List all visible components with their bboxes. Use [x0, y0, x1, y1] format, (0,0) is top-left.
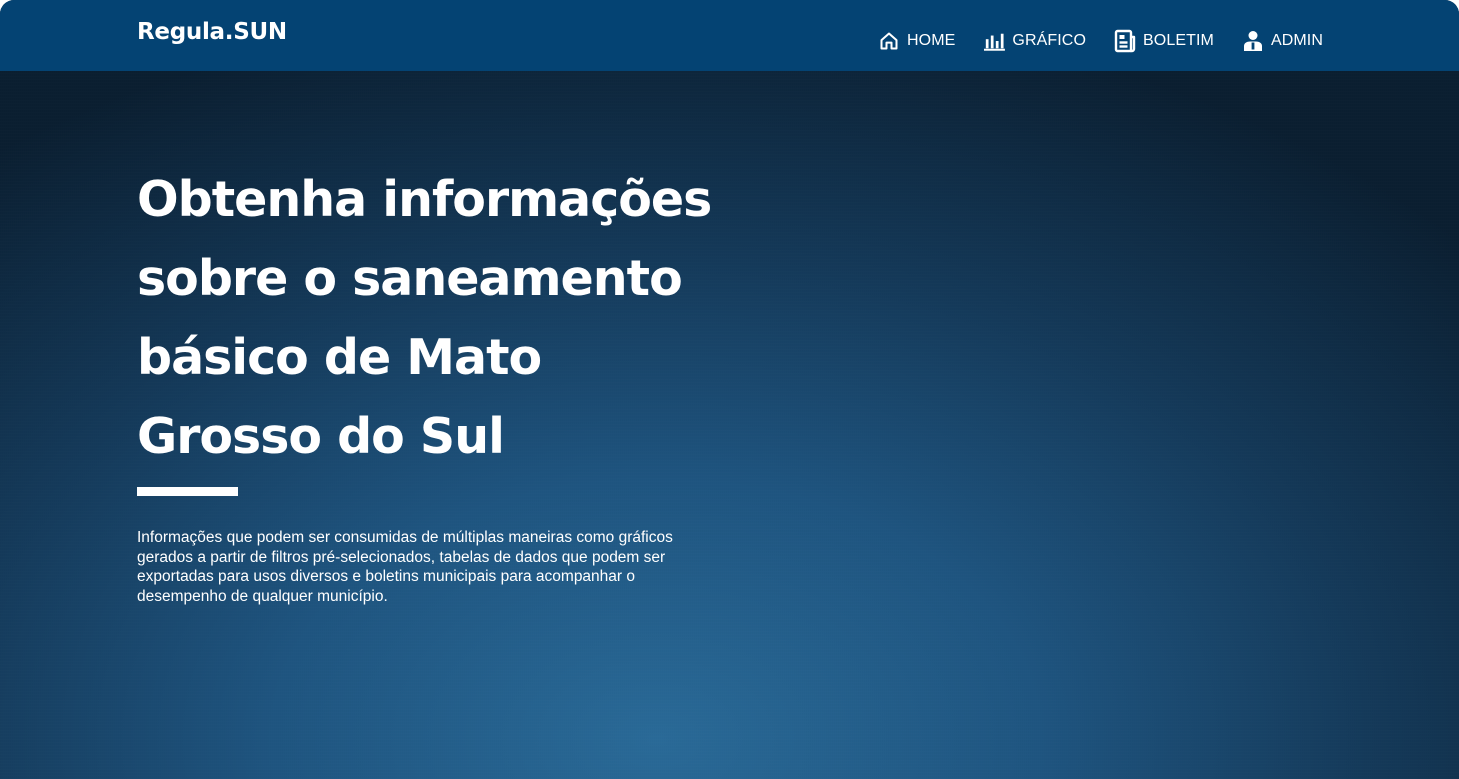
brand-logo[interactable]: Regula.SUN	[137, 19, 287, 45]
newspaper-icon	[1114, 29, 1136, 53]
hero-divider	[137, 487, 238, 496]
home-icon	[878, 30, 900, 52]
nav-item-boletim[interactable]: BOLETIM	[1114, 28, 1214, 54]
nav-item-grafico[interactable]: GRÁFICO	[983, 28, 1086, 54]
nav-label-admin: ADMIN	[1270, 32, 1323, 49]
nav-label-home: HOME	[907, 32, 956, 49]
admin-user-icon	[1242, 30, 1264, 52]
nav-item-admin[interactable]: ADMIN	[1242, 28, 1323, 54]
nav-label-boletim: BOLETIM	[1143, 32, 1214, 49]
bar-chart-icon	[983, 30, 1006, 52]
nav-label-grafico: GRÁFICO	[1012, 32, 1086, 49]
main-nav: HOME GRÁFICO BOLETIM ADMIN	[878, 28, 1323, 54]
navbar: Regula.SUN HOME GRÁFICO BOLETIM ADMIN	[0, 0, 1459, 71]
hero-description: Informações que podem ser consumidas de …	[137, 529, 673, 605]
page-frame: Regula.SUN HOME GRÁFICO BOLETIM ADMIN Ob…	[0, 0, 1459, 779]
hero-title: Obtenha informações sobre o saneamento b…	[137, 171, 712, 465]
nav-item-home[interactable]: HOME	[878, 28, 955, 54]
